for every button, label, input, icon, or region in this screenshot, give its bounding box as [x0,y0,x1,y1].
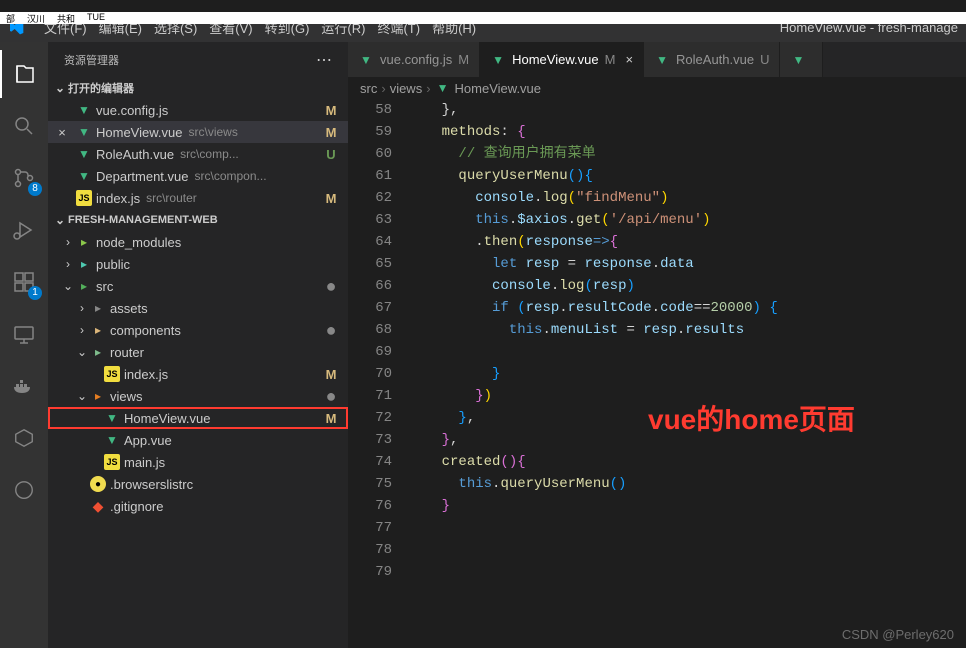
folder-views-icon: ▸ [90,388,106,404]
folder-comp-icon: ▸ [90,322,106,338]
editor-tab[interactable]: ▼HomeView.vueM× [480,42,644,77]
annotation-text: vue的home页面 [648,409,855,431]
open-editor-item[interactable]: ▼Department.vuesrc\compon... [48,165,348,187]
folder-public-icon: ▸ [76,256,92,272]
tree-item[interactable]: ›▸components● [48,319,348,341]
vue-icon: ▼ [76,168,92,184]
vue-icon: ▼ [654,52,670,68]
ab-item-1[interactable] [0,414,48,462]
tree-item[interactable]: ⌄▸views● [48,385,348,407]
chevron-icon: ⌄ [60,279,76,293]
editor-area: ▼vue.config.jsM▼HomeView.vueM×▼RoleAuth.… [348,42,966,648]
git-status: M [322,367,340,382]
git-status: M [322,103,340,118]
tab-bar: ▼vue.config.jsM▼HomeView.vueM×▼RoleAuth.… [348,42,966,77]
ext-badge: 1 [28,286,42,300]
watermark: CSDN @Perley620 [842,627,954,642]
chevron-icon: › [60,235,76,249]
modified-dot: ● [322,281,340,291]
code-editor[interactable]: 5859606162636465666768697071727374757677… [348,99,966,648]
js-icon: JS [76,190,92,206]
sidebar: 资源管理器 ⋯ ⌄ 打开的编辑器 ▼vue.config.jsM×▼HomeVi… [48,42,348,648]
tree-item[interactable]: ●.browserslistrc [48,473,348,495]
vue-icon: ▼ [358,52,374,68]
tree-item[interactable]: ⌄▸src● [48,275,348,297]
ab-search[interactable] [0,102,48,150]
vue-icon: ▼ [490,52,506,68]
git-icon: ◆ [90,498,106,514]
tree-item[interactable]: ›▸node_modules [48,231,348,253]
tree-item[interactable]: ›▸assets [48,297,348,319]
folder-node-icon: ▸ [76,234,92,250]
tree-item[interactable]: JSmain.js [48,451,348,473]
open-editors-header[interactable]: ⌄ 打开的编辑器 [48,77,348,99]
git-status: U [322,147,340,162]
chevron-icon: › [74,323,90,337]
vue-icon: ▼ [76,124,92,140]
ab-explorer[interactable] [0,50,48,98]
chevron-icon: › [74,301,90,315]
modified-dot: ● [322,325,340,335]
close-icon[interactable]: × [48,125,76,140]
tree-item[interactable]: ▼HomeView.vueM [48,407,348,429]
ab-item-2[interactable] [0,466,48,514]
vue-icon: ▼ [76,146,92,162]
ab-remote[interactable] [0,310,48,358]
open-editor-item[interactable]: JSindex.jssrc\routerM [48,187,348,209]
activity-bar: 8 1 [0,42,48,648]
vue-icon: ▼ [104,432,120,448]
chevron-icon: ⌄ [74,389,90,403]
folder-assets-icon: ▸ [90,300,106,316]
git-status: M [322,411,340,426]
vue-icon: ▼ [790,52,806,68]
editor-tab[interactable]: ▼vue.config.jsM [348,42,480,77]
project-header[interactable]: ⌄ FRESH-MANAGEMENT-WEB [48,209,348,231]
git-status: M [322,191,340,206]
breadcrumb[interactable]: src› views› ▼ HomeView.vue [348,77,966,99]
top-strip: 部汉川共和TUE [0,12,966,24]
tree-item[interactable]: ›▸public [48,253,348,275]
editor-tab[interactable]: ▼ [780,42,823,77]
chevron-icon: › [60,257,76,271]
modified-dot: ● [322,391,340,401]
open-editor-item[interactable]: ×▼HomeView.vuesrc\viewsM [48,121,348,143]
editor-tab[interactable]: ▼RoleAuth.vueU [644,42,780,77]
ab-docker[interactable] [0,362,48,410]
js-icon: JS [104,454,120,470]
ab-scm[interactable]: 8 [0,154,48,202]
folder-router-icon: ▸ [90,344,106,360]
chevron-down-icon: ⌄ [52,81,68,95]
chevron-icon: ⌄ [74,345,90,359]
tree-item[interactable]: ◆.gitignore [48,495,348,517]
git-status: M [322,125,340,140]
folder-src-icon: ▸ [76,278,92,294]
sidebar-title: 资源管理器 [64,52,119,68]
vue-icon: ▼ [76,102,92,118]
js-icon: JS [104,366,120,382]
chevron-down-icon: ⌄ [52,213,68,227]
tree-item[interactable]: JSindex.jsM [48,363,348,385]
close-icon[interactable]: × [625,52,633,67]
open-editor-item[interactable]: ▼vue.config.jsM [48,99,348,121]
tree-item[interactable]: ▼App.vue [48,429,348,451]
ab-extensions[interactable]: 1 [0,258,48,306]
tree-item[interactable]: ⌄▸router [48,341,348,363]
sidebar-more-icon[interactable]: ⋯ [316,50,332,70]
vue-icon: ▼ [435,80,451,96]
browsers-icon: ● [90,476,106,492]
open-editor-item[interactable]: ▼RoleAuth.vuesrc\comp...U [48,143,348,165]
vue-icon: ▼ [104,410,120,426]
scm-badge: 8 [28,182,42,196]
ab-debug[interactable] [0,206,48,254]
